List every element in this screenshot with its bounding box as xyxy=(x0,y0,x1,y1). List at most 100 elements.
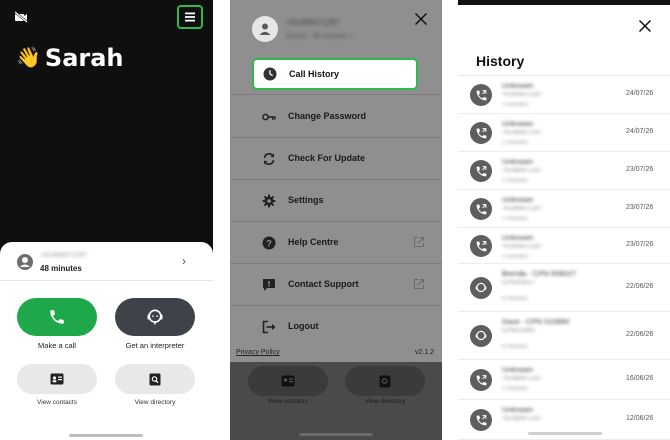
caller-name: Unknown xyxy=(502,405,534,414)
menu-item-label: Logout xyxy=(288,321,319,331)
call-date: 23/07/26 xyxy=(626,166,654,173)
history-screen: History Unknown +61489471297 2 minutes 24/0… xyxy=(458,0,670,440)
call-date: 24/07/26 xyxy=(626,128,654,135)
phone-outgoing-icon xyxy=(470,198,492,220)
call-date: 23/07/26 xyxy=(626,204,654,211)
caller-name: Unknown xyxy=(502,365,534,374)
caller-name: Unknown xyxy=(502,195,534,204)
call-date: 16/06/26 xyxy=(626,375,654,382)
view-directory-label: View directory xyxy=(134,399,176,406)
menu-item-contact-support[interactable]: Contact Support xyxy=(230,264,442,306)
phone-outgoing-icon xyxy=(470,235,492,257)
caller-name: Dave - CPN 010990 xyxy=(502,317,570,326)
call-duration: 8 minutes xyxy=(502,344,529,350)
phone-outgoing-icon xyxy=(470,122,492,144)
menu-item-call-history[interactable]: Call History xyxy=(252,58,418,90)
history-row[interactable]: Unknown +61489471297 2 minutes 16/06/26 xyxy=(458,360,670,400)
view-contacts-button[interactable] xyxy=(17,364,97,394)
history-row[interactable]: Dave - CPN 010990 CPN010990 8 minutes 22/06… xyxy=(458,312,670,360)
caller-number: +61489471297 xyxy=(502,130,543,136)
menu-item-label: Call History xyxy=(289,69,340,79)
view-directory-button[interactable] xyxy=(115,364,195,394)
call-duration: 2 minutes xyxy=(502,254,529,260)
menu-item-check-for-update[interactable]: Check For Update xyxy=(230,138,442,180)
phone-outgoing-icon xyxy=(470,160,492,182)
caller-name: Unknown xyxy=(502,233,534,242)
menu-item-label: Check For Update xyxy=(288,153,366,163)
caller-number: +61489471297 xyxy=(502,168,543,174)
account-summary[interactable]: +61489471297 48 minutes › xyxy=(0,250,213,284)
history-row[interactable]: Unknown +61489471297 2 minutes 23/07/26 xyxy=(458,190,670,228)
camera-off-icon[interactable] xyxy=(14,10,28,28)
interpreter-icon xyxy=(147,309,163,325)
menu-item-label: Change Password xyxy=(288,111,367,121)
menu-item-label: Help Centre xyxy=(288,237,339,247)
history-row[interactable]: Brenda - CPN 009027 CPN009027 8 minutes 22/… xyxy=(458,264,670,312)
top-strip xyxy=(458,0,670,5)
account-sub: Reach - 48 minutes > xyxy=(286,33,353,40)
call-date: 22/06/26 xyxy=(626,331,654,338)
phone-outgoing-icon xyxy=(470,369,492,391)
get-interpreter-button[interactable] xyxy=(115,298,195,336)
caller-number: +61489471297 xyxy=(502,92,543,98)
menu-item-settings[interactable]: Settings xyxy=(230,180,442,222)
call-duration: 2 minutes xyxy=(502,102,529,108)
call-duration: 2 minutes xyxy=(502,178,529,184)
call-duration: 8 minutes xyxy=(502,296,529,302)
account-number: +61489471297 xyxy=(286,18,340,27)
external-link-icon xyxy=(413,277,425,295)
view-directory-label: View directory xyxy=(364,398,406,405)
caller-name: Unknown xyxy=(502,119,534,128)
directory-icon xyxy=(379,375,391,387)
history-row[interactable]: Unknown +61489471297 2 minutes 23/07/26 xyxy=(458,152,670,190)
gear-icon xyxy=(262,194,276,208)
menu-item-label: Contact Support xyxy=(288,279,359,289)
refresh-icon xyxy=(262,152,276,166)
menu-item-change-password[interactable]: Change Password xyxy=(230,96,442,138)
svg-text:?: ? xyxy=(266,238,272,249)
menu-item-label: Settings xyxy=(288,195,324,205)
call-date: 22/06/26 xyxy=(626,283,654,290)
menu-button[interactable] xyxy=(177,5,203,29)
menu-item-logout[interactable]: Logout xyxy=(230,306,442,348)
wave-icon: 👋 xyxy=(16,47,41,69)
caller-name: Brenda - CPN 009027 xyxy=(502,269,576,278)
home-indicator xyxy=(299,433,373,436)
close-icon[interactable] xyxy=(638,19,652,38)
call-duration: 2 minutes xyxy=(502,216,529,222)
history-row[interactable]: Unknown +61489471297 2 minutes 24/07/26 xyxy=(458,114,670,152)
menu-item-help-centre[interactable]: ? Help Centre xyxy=(230,222,442,264)
app-version: v2.1.2 xyxy=(415,349,435,356)
home-indicator xyxy=(69,434,143,437)
view-contacts-button xyxy=(248,366,328,396)
view-contacts-label: View contacts xyxy=(268,398,308,405)
chevron-right-icon: › xyxy=(182,254,186,268)
view-directory-button xyxy=(345,366,425,396)
account-number: +61489471297 xyxy=(40,252,87,259)
user-name: Sarah xyxy=(44,44,124,72)
caller-number: +61489471297 xyxy=(502,206,543,212)
contacts-icon xyxy=(281,375,295,387)
caller-name: Unknown xyxy=(502,157,534,166)
call-duration: 2 minutes xyxy=(502,386,529,392)
hamburger-icon xyxy=(185,12,195,22)
divider xyxy=(0,280,213,281)
greeting: 👋 Sarah xyxy=(16,44,124,72)
menu-drawer-screen: +61489471297 Reach - 48 minutes > Call H… xyxy=(230,0,442,440)
history-row[interactable]: Unknown +61489471297 2 minutes 24/07/26 xyxy=(458,76,670,114)
logout-icon xyxy=(262,320,276,334)
directory-icon xyxy=(149,373,161,385)
external-link-icon xyxy=(413,235,425,253)
history-row[interactable]: Unknown +61489471297 2 minutes 23/07/26 xyxy=(458,228,670,264)
clock-icon xyxy=(263,67,277,86)
privacy-policy-link[interactable]: Privacy Policy xyxy=(236,349,280,356)
avatar xyxy=(252,16,278,42)
question-icon: ? xyxy=(262,236,276,250)
call-date: 23/07/26 xyxy=(626,241,654,248)
page-title: History xyxy=(476,53,525,69)
view-contacts-label: View contacts xyxy=(37,399,77,406)
make-call-button[interactable] xyxy=(17,298,97,336)
interpreter-icon xyxy=(470,325,492,347)
close-icon[interactable] xyxy=(414,12,428,31)
avatar xyxy=(17,254,33,270)
